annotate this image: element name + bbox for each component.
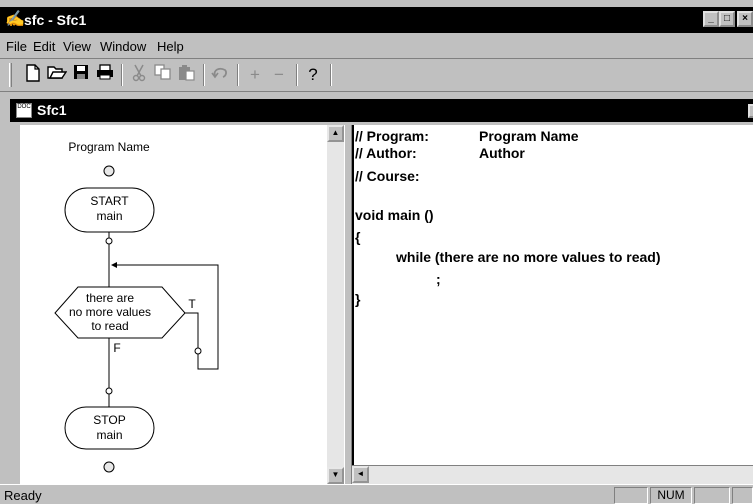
flow-node [105, 237, 113, 245]
cut-button[interactable] [128, 64, 150, 86]
start-label: START [90, 194, 129, 208]
start-sublabel: main [96, 209, 123, 223]
status-panel-scroll [694, 487, 730, 504]
print-button[interactable] [94, 64, 116, 86]
size-grip[interactable] [732, 487, 753, 504]
plus-icon: + [250, 65, 260, 84]
menu-file[interactable]: File [6, 39, 27, 54]
undo-button[interactable] [209, 64, 231, 86]
save-disk-icon [74, 65, 88, 79]
toolbar-separator [296, 64, 298, 86]
author-comment-label: // Author: [355, 145, 417, 161]
status-panel-num: NUM [650, 487, 692, 504]
sfc-app-icon[interactable]: ✍ [5, 11, 25, 29]
true-branch-label: T [188, 297, 196, 311]
menu-view[interactable]: View [63, 39, 91, 54]
program-comment-label: // Program: [355, 128, 429, 144]
code-horizontal-scrollbar[interactable]: ◄ [352, 465, 753, 484]
while-statement-line: while (there are no more values to read) [396, 249, 661, 265]
copy-button[interactable] [152, 64, 174, 86]
toolbar-grip[interactable] [9, 63, 12, 87]
minus-icon: − [274, 65, 284, 84]
open-button[interactable] [46, 64, 68, 86]
status-panel-caps [614, 487, 648, 504]
document-minimize-button[interactable] [748, 104, 753, 118]
menu-bar: File Edit View Window Help [0, 34, 753, 58]
status-message: Ready [4, 488, 42, 503]
remove-button[interactable]: − [268, 64, 290, 86]
sfc-application-window: ✍ sfc - Sfc1 _ □ × File Edit View Window… [0, 0, 753, 504]
minimize-icon: _ [708, 13, 714, 24]
help-button[interactable]: ? [302, 64, 324, 86]
scroll-up-arrow-icon: ▲ [331, 128, 340, 137]
flowchart-pane[interactable]: Program Name START main there are no mor… [20, 125, 327, 484]
scroll-left-arrow-icon: ◄ [356, 469, 365, 478]
scroll-down-button[interactable]: ▼ [327, 467, 344, 484]
stop-sublabel: main [96, 428, 123, 442]
scroll-up-button[interactable]: ▲ [327, 125, 344, 142]
new-file-icon [26, 64, 40, 82]
print-icon [97, 64, 113, 80]
arrow-head [111, 262, 117, 268]
close-brace-line: } [355, 291, 361, 307]
entry-connector [103, 165, 115, 177]
maximize-icon: □ [723, 13, 731, 24]
stop-label: STOP [93, 413, 126, 427]
false-branch-label: F [113, 341, 121, 355]
decision-label-line3: to read [91, 319, 129, 333]
open-folder-icon [47, 66, 68, 79]
document-title-bar[interactable]: DOC Sfc1 [10, 99, 753, 122]
flowchart-vertical-scrollbar[interactable]: ▲ ▼ [327, 125, 344, 484]
scroll-left-button[interactable]: ◄ [352, 466, 369, 483]
program-comment-value: Program Name [479, 128, 579, 144]
save-button[interactable] [70, 64, 92, 86]
toolbar-separator [121, 64, 123, 86]
author-comment-value: Author [479, 145, 525, 161]
menu-help[interactable]: Help [157, 39, 184, 54]
title-bar[interactable]: ✍ sfc - Sfc1 _ □ × [0, 7, 753, 33]
maximize-button[interactable]: □ [719, 11, 735, 27]
new-file-button[interactable] [22, 64, 44, 86]
document-title: Sfc1 [37, 102, 67, 118]
add-button[interactable]: + [244, 64, 266, 86]
course-comment-label: // Course: [355, 168, 420, 184]
code-editor-pane[interactable]: // Program: Program Name // Author: Auth… [352, 125, 753, 465]
close-button[interactable]: × [737, 11, 753, 27]
document-window: Program Name START main there are no mor… [12, 122, 753, 484]
decision-label-line2: no more values [68, 305, 152, 319]
program-name-label: Program Name [68, 140, 150, 154]
main-signature-line: void main () [355, 207, 434, 223]
empty-statement-line: ; [436, 271, 441, 287]
paste-icon [179, 65, 195, 81]
toolbar-separator [203, 64, 205, 86]
flow-node [105, 387, 113, 395]
toolbar-separator [330, 64, 332, 86]
window-title: sfc - Sfc1 [24, 12, 87, 28]
menu-edit[interactable]: Edit [33, 39, 55, 54]
open-brace-line: { [355, 229, 361, 245]
document-icon[interactable]: DOC [16, 103, 32, 118]
paste-button[interactable] [176, 64, 198, 86]
help-icon: ? [308, 65, 318, 84]
status-bar: Ready NUM [0, 484, 753, 504]
cut-icon [132, 64, 146, 82]
exit-connector [103, 461, 115, 473]
minimize-button[interactable]: _ [703, 11, 719, 27]
decision-label-line1: there are [85, 291, 135, 305]
pane-splitter[interactable] [344, 125, 352, 484]
close-icon: × [742, 13, 748, 24]
scroll-down-arrow-icon: ▼ [331, 470, 340, 479]
toolbar-separator [237, 64, 239, 86]
undo-icon [211, 67, 227, 79]
toolbar: + − ? [0, 58, 753, 92]
copy-icon [154, 64, 171, 80]
flow-node [194, 347, 202, 355]
menu-window[interactable]: Window [100, 39, 146, 54]
